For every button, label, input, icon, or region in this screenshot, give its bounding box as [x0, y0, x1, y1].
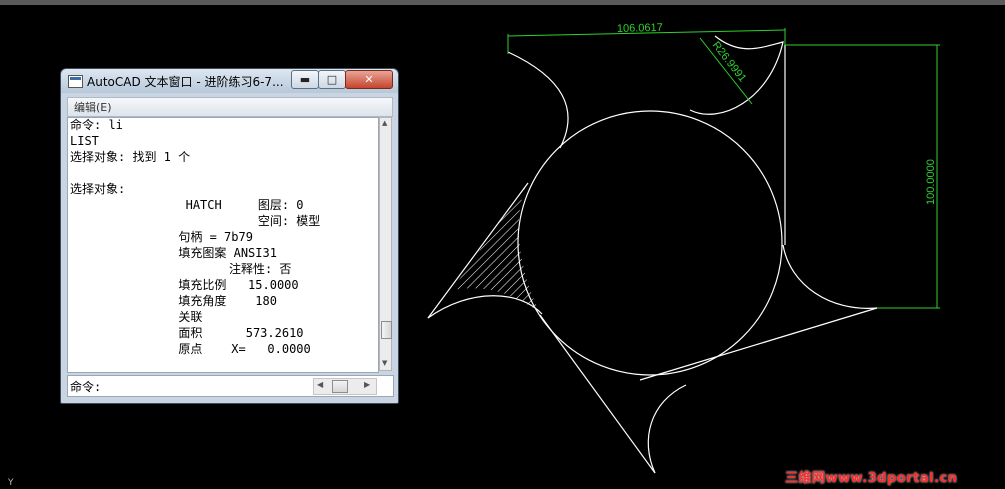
fillet-arc[interactable] — [782, 244, 878, 309]
history-line: 面积 573.2610 — [70, 326, 304, 340]
history-line: 选择对象: 找到 1 个 — [70, 150, 191, 164]
hatch-region[interactable] — [452, 183, 540, 313]
dim-right-label: 100.0000 — [925, 159, 937, 205]
menu-bar: 编辑(E) — [67, 97, 393, 117]
dim-radius-label: R26.9991 — [710, 39, 749, 84]
ucs-icon: Y — [8, 478, 14, 488]
history-line: 命令: li — [70, 118, 123, 132]
vertical-scroll-thumb[interactable] — [381, 321, 392, 339]
edge-line[interactable] — [539, 314, 656, 474]
menu-edit[interactable]: 编辑(E) — [74, 99, 112, 115]
command-history[interactable]: 命令: li LIST 选择对象: 找到 1 个 选择对象: HATCH 图层:… — [67, 117, 379, 373]
title-bar[interactable]: AutoCAD 文本窗口 - 进阶练习6-7... ▬ □ ✕ — [61, 69, 398, 93]
history-line: 原点 X= 0.0000 — [70, 342, 311, 356]
center-circle[interactable] — [517, 110, 783, 376]
scroll-up-icon[interactable]: ▲ — [382, 119, 387, 127]
history-line: LIST — [70, 134, 99, 148]
horizontal-scrollbar[interactable]: ◀ ▶ — [313, 378, 377, 395]
history-line: 填充比例 15.0000 — [70, 278, 299, 292]
close-icon: ✕ — [364, 73, 374, 86]
scroll-down-icon[interactable]: ▼ — [382, 359, 387, 367]
history-line: 注释性: 否 — [70, 262, 292, 276]
history-line: 关联 — [70, 310, 203, 324]
history-line: 填充角度 180 — [70, 294, 277, 308]
history-line: 句柄 = 7b79 — [70, 230, 253, 244]
history-line: 空间: 模型 — [70, 214, 321, 228]
fillet-arc[interactable] — [647, 384, 687, 474]
watermark: 三维网www.3dportal.cn — [785, 471, 958, 486]
history-line: HATCH 图层: 0 — [70, 198, 304, 212]
vertical-scrollbar[interactable]: ▲ ▼ — [379, 117, 392, 371]
minimize-button[interactable]: ▬ — [291, 70, 319, 89]
scroll-left-icon[interactable]: ◀ — [317, 380, 323, 389]
history-line: 填充图案 ANSI31 — [70, 246, 277, 260]
command-line[interactable]: 命令: ◀ ▶ — [67, 375, 394, 397]
window-title: AutoCAD 文本窗口 - 进阶练习6-7... — [87, 75, 284, 89]
app-icon — [68, 75, 83, 88]
dim-top-label: 106.0617 — [617, 22, 663, 35]
maximize-button[interactable]: □ — [318, 70, 346, 89]
scroll-right-icon[interactable]: ▶ — [364, 380, 370, 389]
minimize-icon: ▬ — [299, 73, 311, 86]
maximize-icon: □ — [326, 73, 338, 86]
fillet-arc[interactable] — [507, 51, 569, 149]
history-line: 选择对象: — [70, 182, 126, 196]
horizontal-scroll-thumb[interactable] — [332, 380, 348, 393]
command-prompt: 命令: — [70, 380, 102, 394]
close-button[interactable]: ✕ — [345, 70, 393, 89]
autocad-text-window[interactable]: AutoCAD 文本窗口 - 进阶练习6-7... ▬ □ ✕ 编辑(E) 命令… — [60, 68, 399, 404]
